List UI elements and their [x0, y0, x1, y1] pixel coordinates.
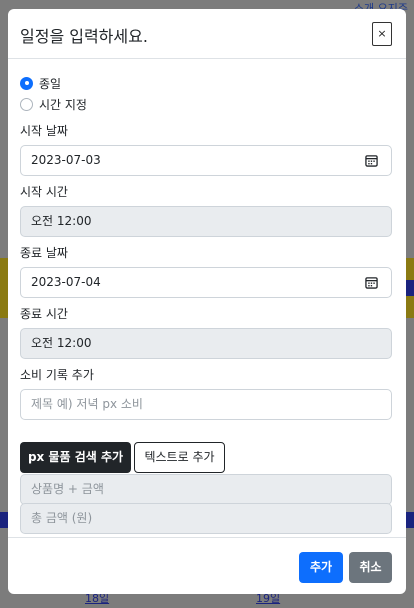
- total-amount-input[interactable]: 총 금액 (원): [20, 503, 392, 534]
- product-amount-input[interactable]: 상품명 + 금액: [20, 474, 392, 505]
- end-time-label: 종료 시간: [20, 307, 68, 321]
- all-day-label: 종일: [39, 76, 62, 91]
- close-button[interactable]: ×: [372, 22, 392, 46]
- end-date-label: 종료 날짜: [20, 246, 68, 260]
- start-date-input[interactable]: 2023-07-03: [20, 145, 392, 176]
- schedule-modal: 일정을 입력하세요. × 종일 시간 지정 시작 날짜 2023-07-03 시: [8, 9, 406, 594]
- expense-title-input[interactable]: 제목 예) 저녁 px 소비: [20, 389, 392, 420]
- cancel-button[interactable]: 취소: [349, 552, 392, 583]
- start-time-input[interactable]: 오전 12:00: [20, 206, 392, 237]
- time-set-option[interactable]: 시간 지정: [20, 95, 87, 113]
- end-date-value: 2023-07-04: [31, 275, 101, 289]
- px-search-add-button[interactable]: px 물품 검색 추가: [20, 442, 131, 473]
- end-time-input[interactable]: 오전 12:00: [20, 328, 392, 359]
- modal-title: 일정을 입력하세요.: [20, 27, 148, 46]
- start-time-label: 시작 시간: [20, 185, 68, 199]
- expense-label: 소비 기록 추가: [20, 368, 94, 382]
- end-date-input[interactable]: 2023-07-04: [20, 267, 392, 298]
- time-set-label: 시간 지정: [39, 97, 87, 112]
- add-button[interactable]: 추가: [299, 552, 343, 583]
- modal-footer: 추가 취소: [8, 537, 406, 594]
- radio-unchecked-icon[interactable]: [20, 97, 33, 111]
- radio-checked-icon[interactable]: [20, 76, 33, 90]
- all-day-option[interactable]: 종일: [20, 74, 61, 92]
- start-date-value: 2023-07-03: [31, 153, 101, 167]
- modal-header: 일정을 입력하세요. ×: [8, 9, 406, 59]
- start-date-label: 시작 날짜: [20, 124, 68, 138]
- text-add-button[interactable]: 텍스트로 추가: [134, 442, 225, 473]
- calendar-icon[interactable]: [365, 154, 378, 167]
- calendar-icon[interactable]: [365, 276, 378, 289]
